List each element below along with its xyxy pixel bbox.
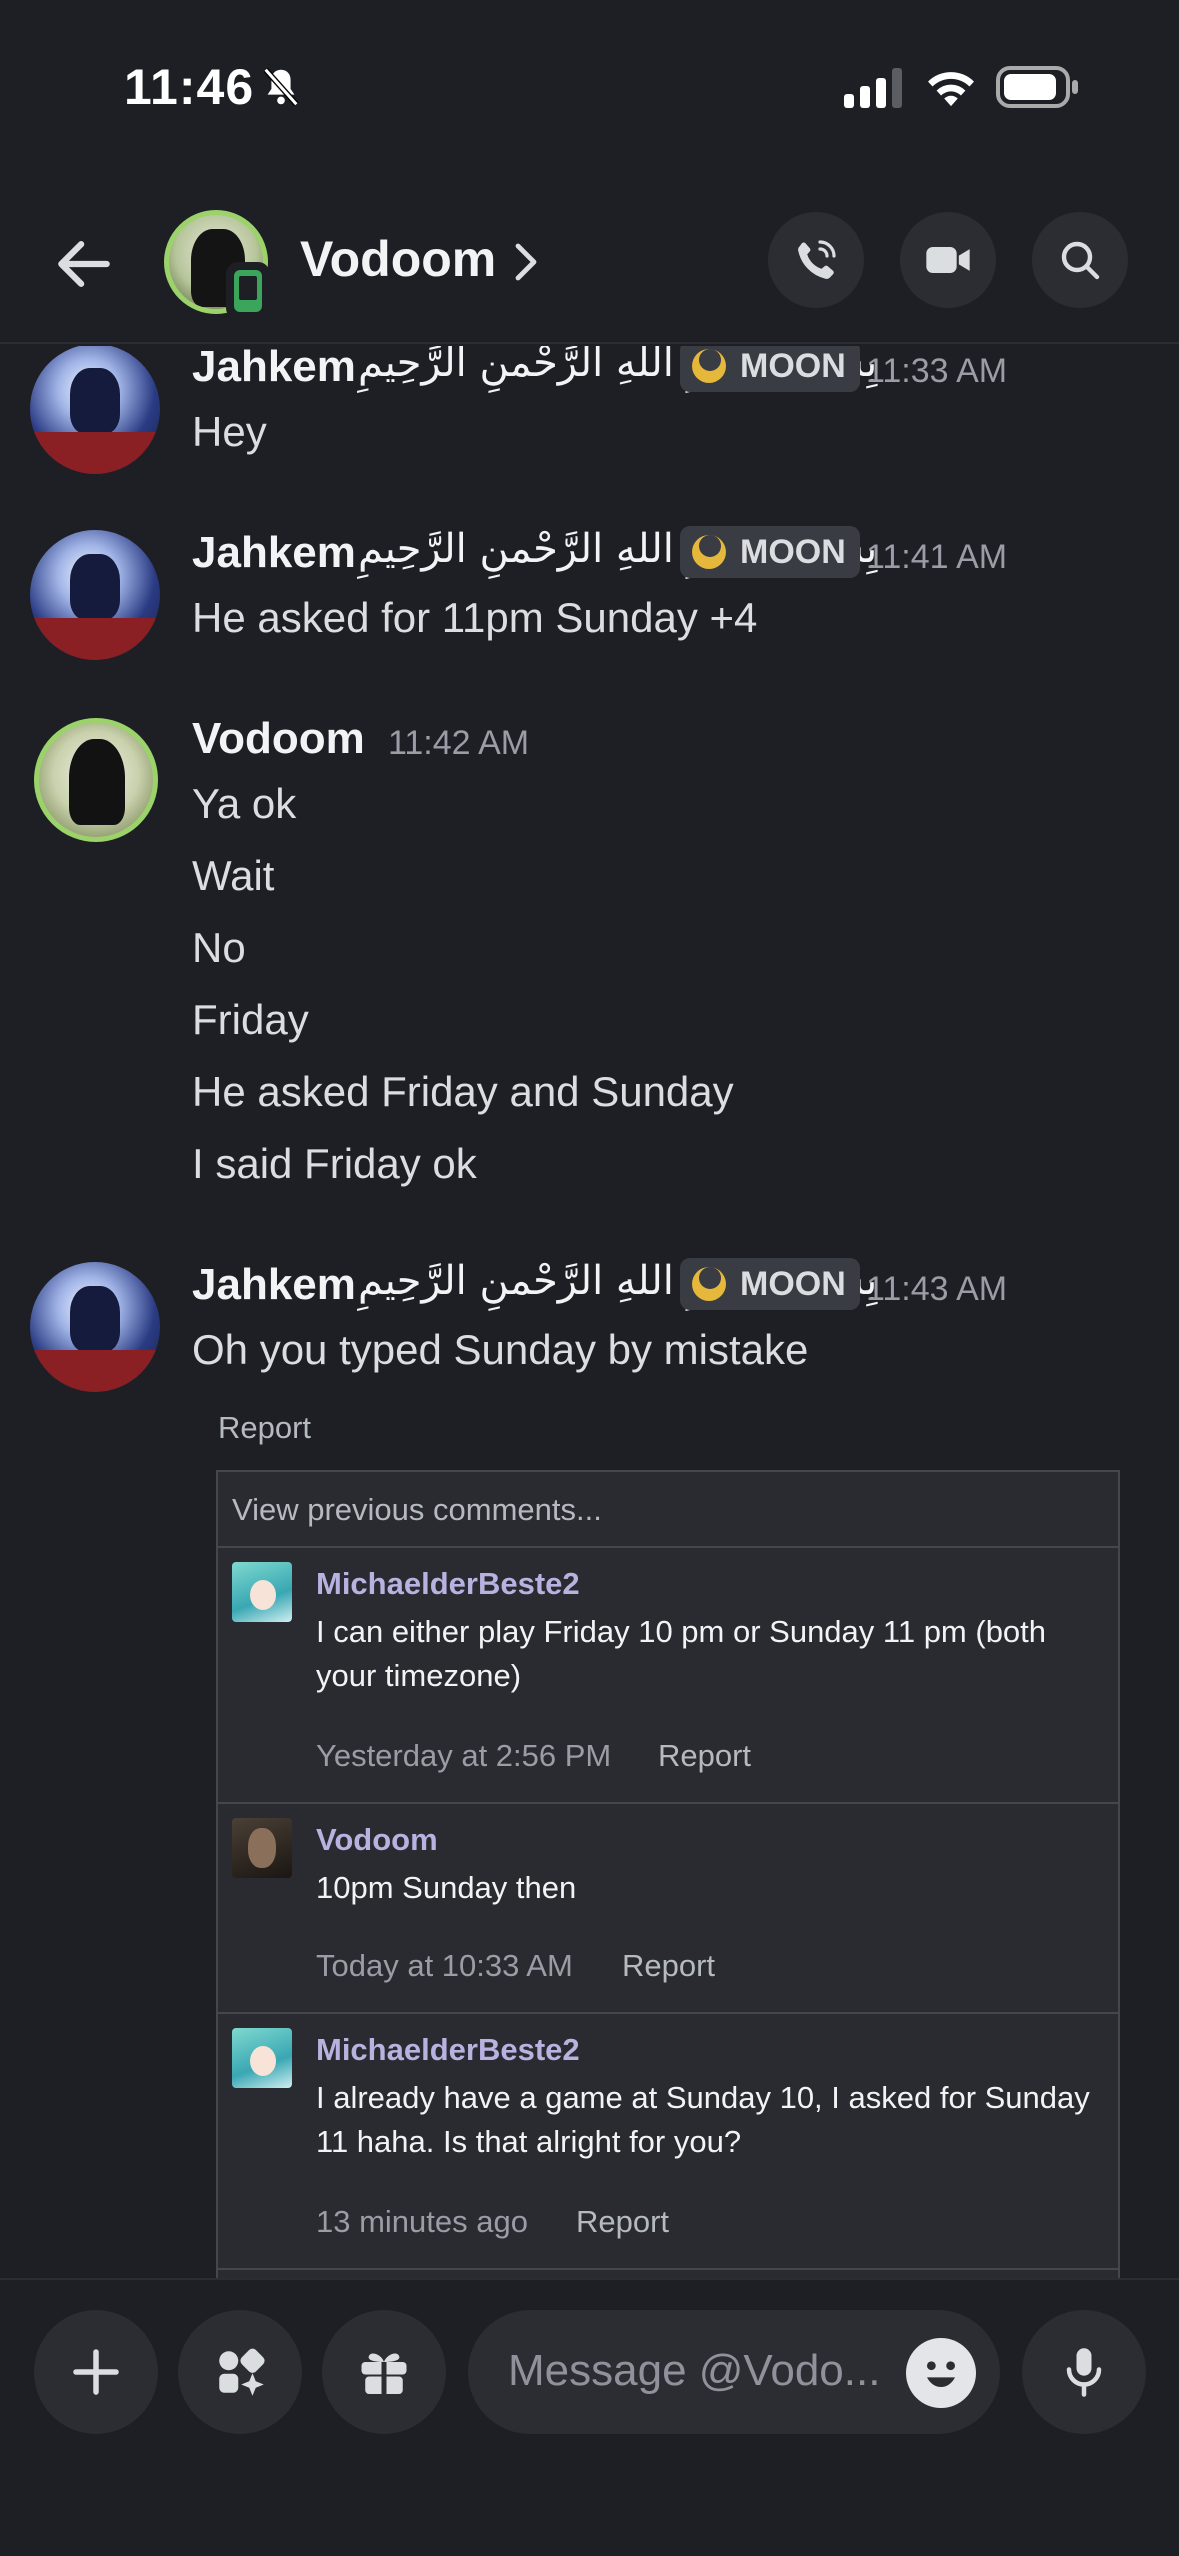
message-author[interactable]: Jahkem [192, 528, 356, 578]
moon-icon [692, 1267, 726, 1301]
embed-report-link[interactable]: Report [218, 1410, 311, 1446]
comment-author[interactable]: MichaelderBeste2 [316, 2032, 580, 2068]
video-call-button[interactable] [900, 212, 996, 308]
battery-icon [996, 66, 1078, 108]
comment-report-link[interactable]: Report [576, 2204, 669, 2240]
message-input-container[interactable] [468, 2310, 1000, 2434]
message-author[interactable]: Jahkem [192, 1260, 356, 1310]
chevron-right-icon[interactable] [512, 242, 540, 282]
video-camera-icon [926, 247, 970, 273]
comment-item: MichaelderBeste2 I already have a game a… [218, 2014, 1118, 2270]
message-text[interactable]: Ya ok [192, 780, 296, 828]
message-text[interactable]: Oh you typed Sunday by mistake [192, 1326, 808, 1374]
apps-button[interactable] [178, 2310, 302, 2434]
message-author[interactable]: Jahkem [192, 346, 356, 392]
message-timestamp: 11:41 AM [866, 538, 1008, 576]
server-tag-badge[interactable]: MOON [680, 346, 860, 392]
composer-bar [0, 2278, 1179, 2556]
message-text[interactable]: Friday [192, 996, 309, 1044]
message-text[interactable]: No [192, 924, 246, 972]
message-text[interactable]: I said Friday ok [192, 1140, 477, 1188]
message-timestamp: 11:43 AM [866, 1270, 1008, 1308]
message-text[interactable]: He asked for 11pm Sunday +4 [192, 594, 757, 642]
comment-report-link[interactable]: Report [622, 1948, 715, 1984]
microphone-icon [1066, 2348, 1102, 2397]
comment-text: I can either play Friday 10 pm or Sunday… [316, 1614, 1047, 1693]
apps-icon [219, 2348, 265, 2396]
message-text[interactable]: Wait [192, 852, 274, 900]
user-avatar[interactable] [34, 718, 158, 842]
voice-call-button[interactable] [768, 212, 864, 308]
header-username[interactable]: Vodoom [300, 230, 496, 288]
comment-text: I already have a game at Sunday 10, I as… [316, 2080, 1090, 2159]
search-button[interactable] [1032, 212, 1128, 308]
comment-timestamp: Yesterday at 2:56 PM [316, 1738, 612, 1773]
moon-icon [692, 349, 726, 383]
bell-muted-icon [263, 67, 299, 107]
comment-author[interactable]: MichaelderBeste2 [316, 1566, 580, 1602]
comment-report-link[interactable]: Report [658, 1738, 751, 1774]
comment-avatar[interactable] [232, 1818, 292, 1878]
comment-timestamp: Today at 10:33 AM [316, 1948, 573, 1983]
comment-item: MichaelderBeste2 I can either play Frida… [218, 1548, 1118, 1804]
comment-item: Vodoom 10pm Sunday then Today at 10:33 A… [218, 1804, 1118, 2014]
comment-timestamp: 13 minutes ago [316, 2204, 528, 2239]
message-group: Jahkem بِسْــــــــــمِ اللهِ الرَّحْمنِ… [0, 526, 1179, 660]
comment-avatar[interactable] [232, 1562, 292, 1622]
message-timestamp: 11:42 AM [388, 724, 530, 762]
message-text[interactable]: Hey [192, 408, 267, 456]
comment-author[interactable]: Vodoom [316, 1822, 438, 1858]
message-text[interactable]: He asked Friday and Sunday [192, 1068, 734, 1116]
message-group: Vodoom 11:42 AM Ya ok Wait No Friday He … [0, 714, 1179, 1187]
plus-icon [73, 2349, 119, 2395]
search-icon [1061, 241, 1100, 280]
message-author[interactable]: Vodoom [192, 714, 365, 764]
moon-icon [692, 535, 726, 569]
comments-embed: View previous comments... MichaelderBest… [216, 1470, 1120, 2278]
message-input[interactable] [508, 2338, 888, 2404]
smiley-emoji-icon [927, 2361, 955, 2387]
emoji-button[interactable] [906, 2338, 976, 2408]
server-tag-badge[interactable]: MOON [680, 526, 860, 578]
gift-icon [361, 2353, 407, 2395]
mobile-status-icon [226, 262, 270, 320]
wifi-icon [928, 72, 974, 107]
status-bar: 11:46 [0, 0, 1179, 160]
gift-button[interactable] [322, 2310, 446, 2434]
server-tag-badge[interactable]: MOON [680, 1258, 860, 1310]
user-avatar[interactable] [30, 530, 160, 660]
cellular-signal-icon [844, 68, 902, 108]
comment-text: 10pm Sunday then [316, 1870, 577, 1905]
status-time: 11:46 [124, 59, 255, 115]
message-group: Jahkem بِسْــــــــــمِ اللهِ الرَّحْمنِ… [0, 346, 1179, 474]
user-avatar[interactable] [30, 346, 160, 474]
message-list[interactable]: Jahkem بِسْــــــــــمِ اللهِ الرَّحْمنِ… [0, 346, 1179, 2278]
attach-button[interactable] [34, 2310, 158, 2434]
voice-message-button[interactable] [1022, 2310, 1146, 2434]
comment-avatar[interactable] [232, 2028, 292, 2088]
back-arrow-icon[interactable] [50, 230, 118, 298]
user-avatar[interactable] [30, 1262, 160, 1392]
chat-header: Vodoom [0, 200, 1179, 344]
message-timestamp: 11:33 AM [866, 352, 1008, 390]
phone-icon [798, 240, 836, 279]
view-previous-comments-link[interactable]: View previous comments... [218, 1472, 1118, 1548]
